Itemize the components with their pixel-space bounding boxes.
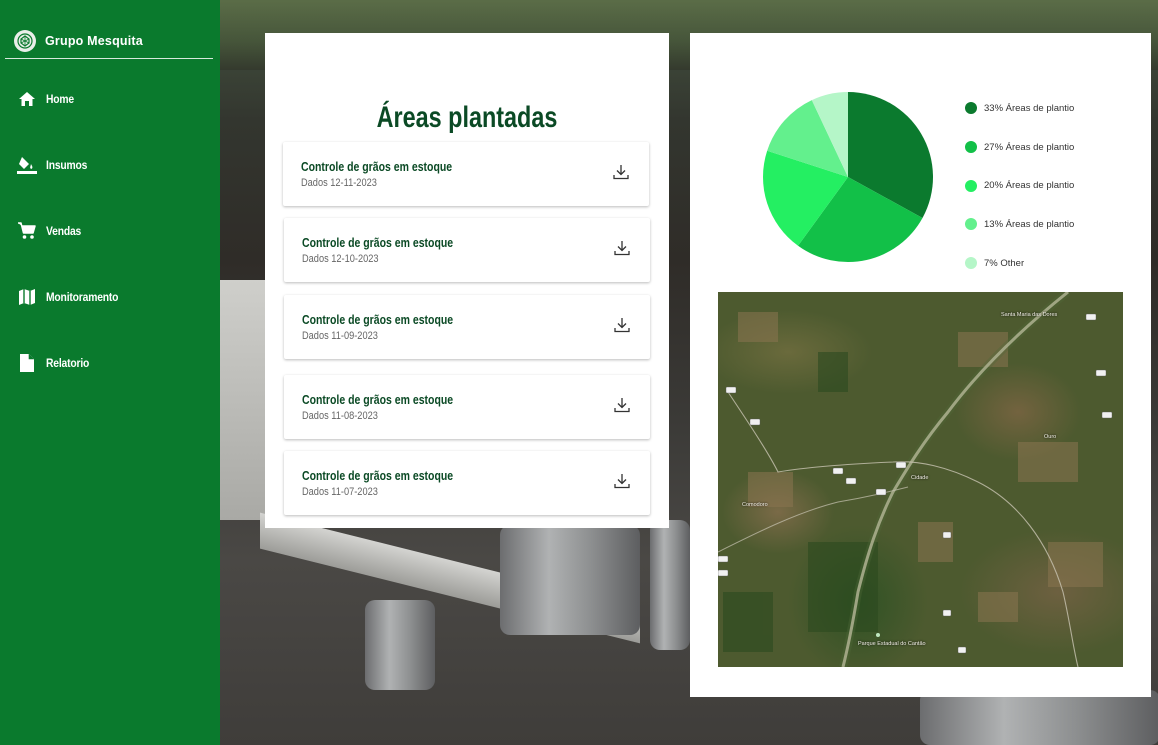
legend-swatch — [965, 102, 977, 115]
report-card[interactable]: Controle de grãos em estoque Dados 11-08… — [284, 375, 650, 439]
legend-label: 13% Áreas de plantio — [984, 218, 1075, 230]
report-date: Dados 11-08-2023 — [302, 410, 378, 422]
report-card[interactable]: Controle de grãos em estoque Dados 11-09… — [284, 295, 650, 359]
map-icon — [16, 286, 38, 308]
download-icon[interactable] — [611, 162, 631, 182]
legend-swatch — [965, 218, 977, 231]
sidebar-item-monitoramento[interactable]: Monitoramento — [0, 264, 220, 330]
report-date: Dados 11-07-2023 — [302, 486, 378, 498]
home-icon — [16, 88, 38, 110]
sidebar-item-vendas[interactable]: Vendas — [0, 198, 220, 264]
sidebar-item-relatorio[interactable]: Relatorio — [0, 330, 220, 396]
sidebar-item-label: Home — [46, 92, 74, 106]
download-icon[interactable] — [612, 471, 632, 491]
report-title: Controle de grãos em estoque — [301, 160, 453, 174]
legend-item[interactable]: 33% Áreas de plantio — [965, 89, 1074, 128]
satellite-map[interactable]: Santa Maria das Dores Ouro Cidade Comodo… — [718, 292, 1123, 667]
pie-chart — [763, 92, 933, 262]
legend-label: 7% Other — [984, 257, 1025, 269]
map-label: Parque Estadual do Cantão — [858, 641, 926, 647]
legend-item[interactable]: 7% Other — [965, 244, 1074, 283]
report-date: Dados 12-11-2023 — [301, 177, 377, 189]
map-label: Cidade — [911, 475, 929, 481]
download-icon[interactable] — [612, 238, 632, 258]
report-date: Dados 12-10-2023 — [302, 253, 379, 265]
report-card[interactable]: Controle de grãos em estoque Dados 12-10… — [284, 218, 650, 282]
download-icon[interactable] — [612, 315, 632, 335]
sidebar: Grupo Mesquita Home Insumos Vendas Monit… — [0, 0, 220, 745]
document-icon — [16, 352, 38, 374]
map-label: Ouro — [1044, 434, 1057, 440]
legend-swatch — [965, 257, 977, 270]
legend-label: 33% Áreas de plantio — [984, 102, 1075, 114]
brand[interactable]: Grupo Mesquita — [0, 0, 220, 58]
report-card[interactable]: Controle de grãos em estoque Dados 11-07… — [284, 451, 650, 515]
report-date: Dados 11-09-2023 — [302, 330, 378, 342]
sidebar-item-label: Insumos — [46, 158, 88, 172]
cart-icon — [16, 220, 38, 242]
legend-label: 27% Áreas de plantio — [984, 141, 1075, 153]
report-title: Controle de grãos em estoque — [302, 393, 454, 407]
download-icon[interactable] — [612, 395, 632, 415]
sidebar-nav: Home Insumos Vendas Monitoramento Relato… — [0, 66, 220, 396]
brand-name: Grupo Mesquita — [45, 34, 143, 48]
chart-legend: 33% Áreas de plantio 27% Áreas de plantio… — [965, 89, 1074, 282]
chart-map-panel: 33% Áreas de plantio 27% Áreas de plantio… — [690, 33, 1151, 697]
report-title: Controle de grãos em estoque — [302, 236, 454, 250]
sidebar-item-label: Relatorio — [46, 356, 90, 370]
page-title: Áreas plantadas — [376, 101, 558, 134]
legend-item[interactable]: 13% Áreas de plantio — [965, 205, 1074, 244]
brand-logo-icon — [14, 30, 36, 52]
sidebar-item-insumos[interactable]: Insumos — [0, 132, 220, 198]
map-label: Comodoro — [742, 502, 768, 508]
legend-item[interactable]: 27% Áreas de plantio — [965, 128, 1074, 167]
sidebar-item-label: Vendas — [46, 224, 82, 238]
map-label: Santa Maria das Dores — [1001, 312, 1058, 318]
sidebar-item-label: Monitoramento — [46, 290, 119, 304]
sidebar-divider — [5, 58, 213, 59]
legend-item[interactable]: 20% Áreas de plantio — [965, 166, 1074, 205]
report-title: Controle de grãos em estoque — [302, 313, 454, 327]
paint-bucket-icon — [16, 154, 38, 176]
legend-label: 20% Áreas de plantio — [984, 180, 1075, 192]
reports-panel: Áreas plantadas Controle de grãos em est… — [265, 33, 669, 528]
report-title: Controle de grãos em estoque — [302, 469, 454, 483]
legend-swatch — [965, 179, 977, 192]
report-card[interactable]: Controle de grãos em estoque Dados 12-11… — [283, 142, 649, 206]
legend-swatch — [965, 141, 977, 154]
sidebar-item-home[interactable]: Home — [0, 66, 220, 132]
